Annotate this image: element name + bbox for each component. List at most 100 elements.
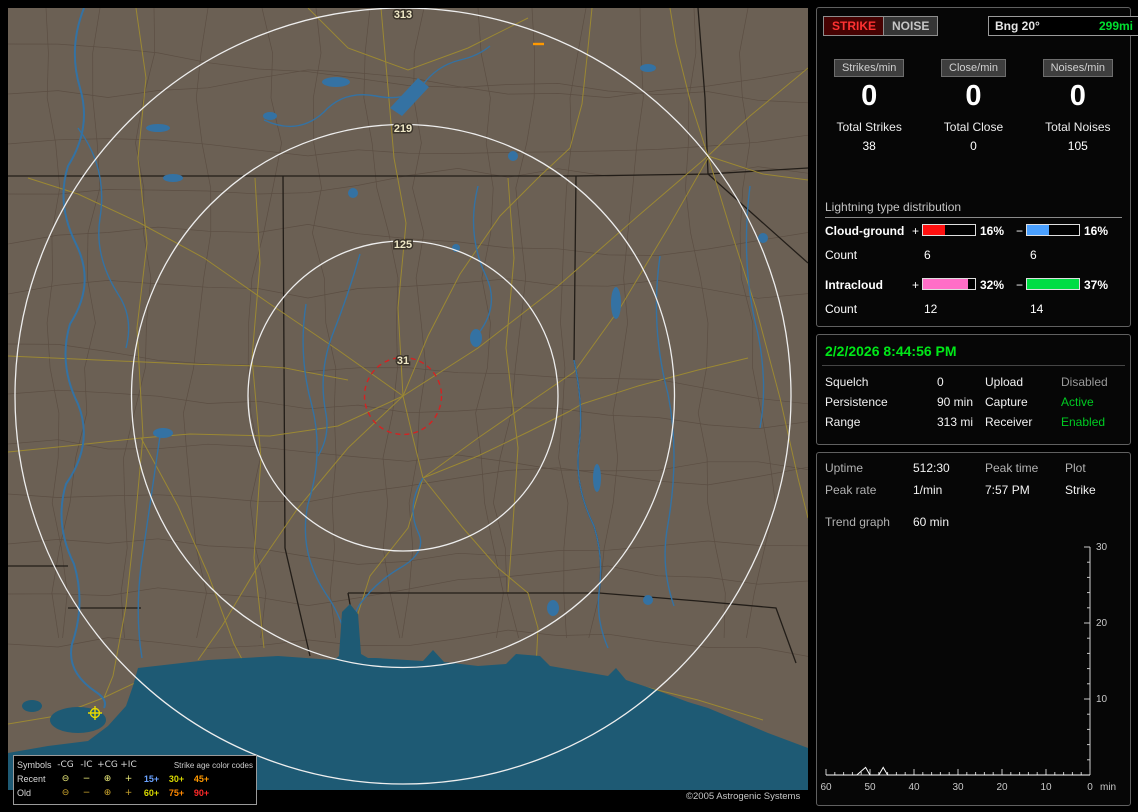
cg-minus-pct: 16%: [1084, 224, 1109, 238]
ic-minus-pct: 37%: [1084, 278, 1109, 292]
trend-window-value: 60 min: [913, 515, 950, 529]
squelch-value: 0: [937, 375, 944, 389]
cloud-ground-label: Cloud-ground: [825, 224, 905, 238]
strikes-per-min-value: 0: [861, 80, 878, 112]
legend-col-pos-ic: +IC: [120, 760, 137, 770]
y-tick-10: 10: [1096, 694, 1108, 705]
ic-minus-bar-fill: [1027, 279, 1079, 289]
peak-rate-value: 1/min: [913, 483, 943, 497]
ic-plus-pct: 32%: [980, 278, 1005, 292]
persistence-row: Persistence 90 min Capture Active: [817, 395, 1130, 411]
uptime-row: Uptime 512:30 Peak time Plot: [817, 461, 1130, 477]
cg-plus-pct: 16%: [980, 224, 1005, 238]
neg-cg-recent-icon: ⊖: [61, 774, 70, 784]
strikes-per-min-chip[interactable]: Strikes/min: [833, 59, 905, 77]
close-counter: Close/min 0 Total Close 0: [921, 58, 1025, 153]
age-45: 45+: [193, 774, 210, 784]
pos-ic-recent-icon: +: [124, 774, 133, 784]
x-tick-40: 40: [908, 782, 920, 793]
noises-counter: Noises/min 0 Total Noises 105: [1026, 58, 1130, 153]
strike-stats-panel: STRIKE NOISE Bng 20° 299mi Strikes/min 0…: [816, 7, 1138, 327]
legend-header-row: Symbols -CG -IC +CG +IC Strike age color…: [17, 758, 253, 772]
y-tick-20: 20: [1096, 618, 1108, 629]
bearing-readout[interactable]: Bng 20° 299mi: [988, 16, 1138, 36]
neg-ic-recent-icon: −: [82, 774, 91, 784]
age-75: 75+: [168, 788, 185, 798]
cg-plus-count: 6: [924, 248, 931, 262]
legend-old-row: Old ⊖ − ⊕ + 60+ 75+ 90+: [17, 786, 253, 800]
cg-minus-bar-fill: [1027, 225, 1050, 235]
trend-graph-row: Trend graph 60 min: [817, 515, 1130, 531]
pos-cg-old-icon: ⊕: [103, 788, 112, 798]
legend-col-neg-ic: -IC: [80, 760, 93, 770]
total-noises-label: Total Noises: [1045, 120, 1111, 134]
trend-axes: [826, 547, 1091, 776]
intracloud-count-row: Count 12 14: [817, 302, 1130, 318]
range-label: Range: [825, 415, 861, 429]
plus-sign: +: [912, 278, 920, 292]
age-90: 90+: [193, 788, 210, 798]
plot-label: Plot: [1065, 461, 1086, 475]
count-label: Count: [825, 302, 858, 316]
ic-minus-count: 14: [1030, 302, 1044, 316]
capture-status: Active: [1061, 395, 1094, 409]
separator: [822, 365, 1125, 366]
plus-sign: +: [912, 224, 920, 238]
cg-plus-bar: [922, 224, 976, 236]
ic-minus-bar: [1026, 278, 1080, 290]
legend-recent-label: Recent: [17, 774, 46, 784]
lightning-map[interactable]: 313 219 125 31: [8, 8, 808, 790]
total-strikes-label: Total Strikes: [836, 120, 902, 134]
peak-rate-label: Peak rate: [825, 483, 877, 497]
legend-col-neg-cg: -CG: [57, 760, 74, 770]
x-tick-50: 50: [864, 782, 876, 793]
capture-label: Capture: [985, 395, 1028, 409]
intracloud-row: Intracloud + 32% − 37%: [817, 278, 1130, 294]
age-30: 30+: [168, 774, 185, 784]
ring-label-219: 219: [394, 123, 412, 135]
x-tick-0: 0: [1087, 782, 1093, 793]
minus-sign: −: [1016, 278, 1024, 292]
neg-cg-old-icon: ⊖: [61, 788, 70, 798]
datetime-display: 2/2/2026 8:44:56 PM: [825, 343, 957, 359]
minus-sign: −: [1016, 224, 1024, 238]
cloud-ground-row: Cloud-ground + 16% − 16%: [817, 224, 1130, 240]
x-tick-30: 30: [952, 782, 964, 793]
persistence-label: Persistence: [825, 395, 888, 409]
y-tick-30: 30: [1096, 542, 1108, 553]
close-per-min-value: 0: [965, 80, 982, 112]
squelch-row: Squelch 0 Upload Disabled: [817, 375, 1130, 391]
trend-labels: 60 50 40 30 20 10 0 min 30 20 10: [820, 542, 1116, 793]
cg-plus-bar-fill: [923, 225, 946, 235]
peak-time-label: Peak time: [985, 461, 1039, 475]
ic-plus-count: 12: [924, 302, 938, 316]
strike-mode-button[interactable]: STRIKE: [823, 16, 886, 36]
range-row: Range 313 mi Receiver Enabled: [817, 415, 1130, 431]
total-noises-value: 105: [1067, 139, 1088, 153]
persistence-value: 90 min: [937, 395, 974, 409]
bearing-range: 299mi: [1098, 19, 1133, 33]
ic-plus-bar: [922, 278, 976, 290]
distribution-title: Lightning type distribution: [825, 200, 1122, 218]
trend-graph[interactable]: 60 50 40 30 20 10 0 min 30 20 10: [818, 537, 1130, 803]
close-per-min-chip[interactable]: Close/min: [941, 59, 1006, 77]
noise-mode-button[interactable]: NOISE: [883, 16, 939, 36]
x-tick-20: 20: [996, 782, 1008, 793]
ic-plus-bar-fill: [923, 279, 968, 289]
pos-cg-recent-icon: ⊕: [103, 774, 112, 784]
x-tick-10: 10: [1040, 782, 1052, 793]
legend: Symbols -CG -IC +CG +IC Strike age color…: [13, 755, 257, 805]
count-label: Count: [825, 248, 858, 262]
noises-per-min-chip[interactable]: Noises/min: [1042, 59, 1114, 77]
receiver-settings-panel: 2/2/2026 8:44:56 PM Squelch 0 Upload Dis…: [816, 334, 1131, 445]
ring-label-125: 125: [394, 239, 412, 251]
plot-value: Strike: [1065, 483, 1096, 497]
uptime-value: 512:30: [913, 461, 950, 475]
bearing-label: Bng 20°: [995, 19, 1040, 33]
legend-age-header: Strike age color codes: [173, 760, 253, 770]
neg-ic-old-icon: −: [82, 788, 91, 798]
ring-label-31: 31: [397, 355, 409, 367]
upload-label: Upload: [985, 375, 1024, 389]
legend-recent-row: Recent ⊖ − ⊕ + 15+ 30+ 45+: [17, 772, 253, 786]
copyright-text: ©2005 Astrogenic Systems: [686, 791, 801, 802]
